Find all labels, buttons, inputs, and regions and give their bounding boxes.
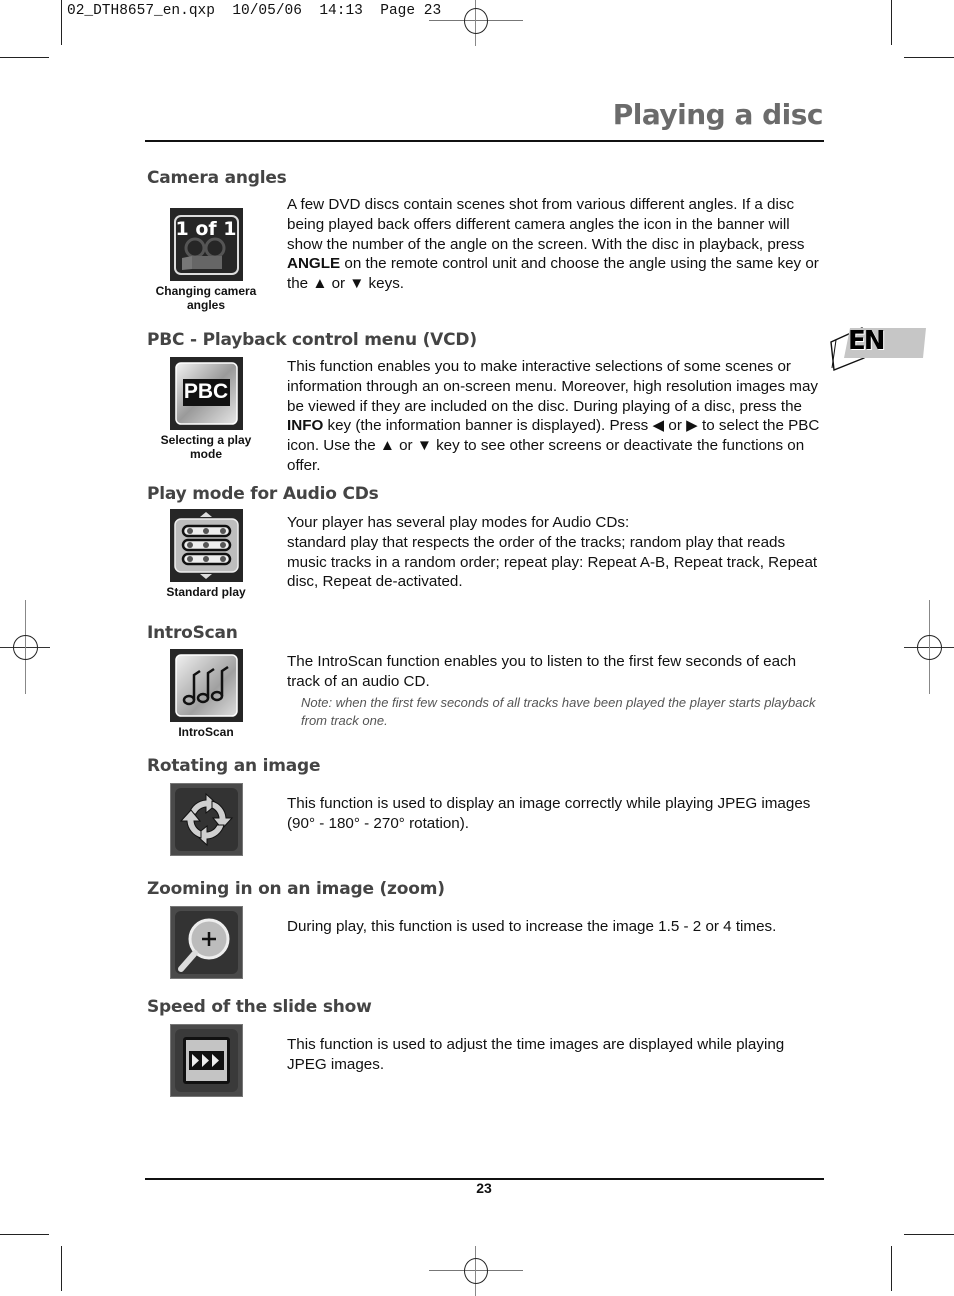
section-body: Your player has several play modes for A… <box>287 513 827 592</box>
page-title: Playing a disc <box>612 98 824 131</box>
registration-mark-bottom <box>429 1246 523 1296</box>
section-camera-angles: Camera angles 1 of 1 Changing camera ang… <box>147 167 827 317</box>
body-text: standard play that respects the order of… <box>287 533 818 591</box>
body-text: on the remote control unit and choose th… <box>287 255 819 293</box>
pbc-icon: PBC <box>169 357 243 430</box>
section-body: This function is used to adjust the time… <box>287 1036 785 1073</box>
icon-figure <box>147 783 265 856</box>
section-body: A few DVD discs contain scenes shot from… <box>287 195 827 294</box>
introscan-icon <box>169 649 243 722</box>
section-heading: IntroScan <box>147 623 238 643</box>
crop-mark <box>0 57 49 58</box>
zoom-icon <box>169 906 243 979</box>
section-body: The IntroScan function enables you to li… <box>287 652 827 731</box>
registration-mark-left <box>0 600 50 694</box>
icon-caption: Selecting a play mode <box>160 433 252 461</box>
section-rotate: Rotating an image This function is used … <box>147 755 827 865</box>
language-tab: EN <box>828 314 928 374</box>
body-text: A few DVD discs contain scenes shot from… <box>287 196 805 253</box>
body-text: This function enables you to make intera… <box>287 358 818 415</box>
section-heading: Speed of the slide show <box>147 997 372 1017</box>
crop-mark <box>891 1246 892 1291</box>
body-text: The IntroScan function enables you to li… <box>287 653 797 690</box>
body-text: key (the information banner is displayed… <box>287 417 820 474</box>
icon-figure <box>147 906 265 979</box>
pbc-label: PBC <box>183 380 229 403</box>
language-tab-label: EN <box>848 326 886 356</box>
section-slideshow-speed: Speed of the slide show This function is… <box>147 996 827 1106</box>
section-play-mode: Play mode for Audio CDs Standard play Yo… <box>147 483 827 613</box>
page-number: 23 <box>476 1180 492 1196</box>
registration-mark-right <box>904 600 954 694</box>
section-introscan: IntroScan IntroScan The IntroScan functi… <box>147 622 827 747</box>
crop-mark <box>891 0 892 45</box>
section-body: This function is used to display an imag… <box>287 795 811 832</box>
crop-mark <box>0 1234 49 1235</box>
section-zoom: Zooming in on an image (zoom) During pla… <box>147 878 827 988</box>
key-name: INFO <box>287 417 324 435</box>
icon-caption: IntroScan <box>178 725 234 739</box>
rotate-icon <box>169 783 243 856</box>
icon-figure: PBC Selecting a play mode <box>147 357 265 461</box>
section-heading: Camera angles <box>147 168 287 188</box>
icon-caption: Changing camera angles <box>155 284 257 312</box>
section-heading: Play mode for Audio CDs <box>147 484 379 504</box>
crop-mark <box>904 57 954 58</box>
icon-figure: 1 of 1 Changing camera angles <box>147 208 265 312</box>
icon-caption: Standard play <box>166 585 246 599</box>
key-name: ANGLE <box>287 255 341 273</box>
section-body: This function enables you to make intera… <box>287 357 827 476</box>
icon-figure <box>147 1024 265 1097</box>
note-text: Note: when the first few seconds of all … <box>301 694 816 729</box>
title-divider <box>145 140 824 142</box>
section-body: During play, this function is used to in… <box>287 918 777 935</box>
print-slug: 02_DTH8657_en.qxp 10/05/06 14:13 Page 23 <box>67 3 442 19</box>
section-pbc: PBC - Playback control menu (VCD) PBC Se… <box>147 329 827 479</box>
crop-mark <box>61 0 62 45</box>
icon-figure: IntroScan <box>147 649 265 739</box>
slideshow-speed-icon <box>169 1024 243 1097</box>
icon-figure: Standard play <box>147 509 265 599</box>
angle-count: 1 of 1 <box>175 218 237 240</box>
section-heading: PBC - Playback control menu (VCD) <box>147 330 477 350</box>
body-text: Your player has several play modes for A… <box>287 514 630 531</box>
registration-mark-top <box>429 0 523 46</box>
crop-mark <box>61 1246 62 1291</box>
section-heading: Zooming in on an image (zoom) <box>147 879 445 899</box>
section-heading: Rotating an image <box>147 756 321 776</box>
standard-play-icon <box>169 509 243 582</box>
crop-mark <box>904 1234 954 1235</box>
camera-angle-icon: 1 of 1 <box>169 208 243 281</box>
